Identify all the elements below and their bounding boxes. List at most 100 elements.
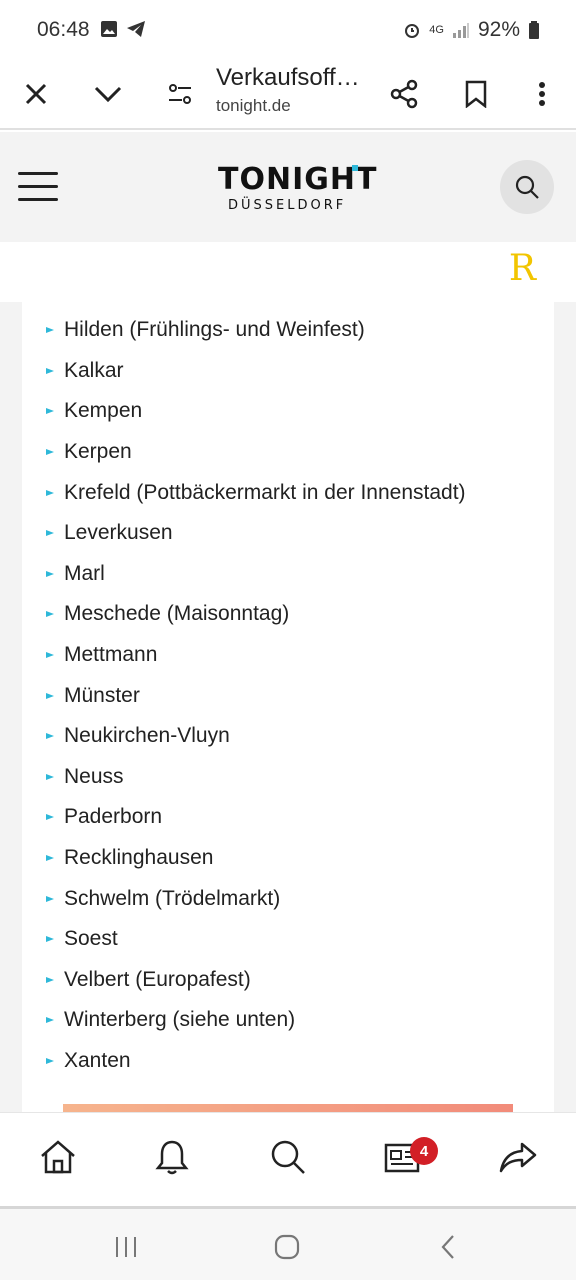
city-label: Meschede (Maisonntag) [64, 602, 290, 626]
forward-icon [499, 1142, 537, 1173]
city-label: Hilden (Frühlings- und Weinfest) [64, 318, 365, 342]
bullet-arrow-icon [46, 773, 54, 780]
news-badge: 4 [410, 1137, 438, 1165]
status-notification-icons [100, 20, 146, 38]
status-right: 4G 92% [403, 18, 540, 42]
city-label: Leverkusen [64, 521, 173, 545]
site-logo-subtitle: DÜSSELDORF [228, 198, 347, 213]
bottom-navigation: 4 [0, 1112, 576, 1206]
status-bar: 06:48 4G 92% [0, 0, 576, 58]
list-item: Neuss [46, 757, 466, 798]
logo-accent-dot [352, 165, 358, 171]
city-label: Velbert (Europafest) [64, 967, 251, 991]
search-icon [515, 175, 539, 199]
minimize-button[interactable] [86, 72, 130, 116]
city-label: Recklinghausen [64, 846, 214, 870]
battery-level: 92% [477, 18, 520, 41]
more-vert-icon [539, 82, 545, 106]
site-settings-button[interactable] [158, 72, 202, 116]
city-label: Kerpen [64, 440, 132, 464]
city-label: Kempen [64, 399, 143, 423]
list-item: Hilden (Frühlings- und Weinfest) [46, 310, 466, 351]
list-item: Meschede (Maisonntag) [46, 594, 466, 635]
bullet-arrow-icon [46, 692, 54, 699]
city-label: Marl [64, 561, 105, 585]
city-label: Münster [64, 683, 140, 707]
menu-icon-line [18, 172, 58, 175]
share-icon [390, 79, 418, 109]
nav-home[interactable] [36, 1135, 80, 1179]
bullet-arrow-icon [46, 976, 54, 983]
network-type: 4G [429, 24, 444, 36]
list-item: Kempen [46, 391, 466, 432]
signal-icon [452, 23, 469, 38]
bullet-arrow-icon [46, 936, 54, 943]
city-label: Neukirchen-Vluyn [64, 724, 230, 748]
more-options-button[interactable] [520, 72, 564, 116]
bullet-arrow-icon [46, 895, 54, 902]
status-time: 06:48 [37, 18, 90, 41]
list-item: Xanten [46, 1041, 466, 1082]
home-icon [41, 1140, 75, 1174]
content-area: Hilden (Frühlings- und Weinfest) Kalkar Ke… [0, 302, 576, 1114]
list-item: Leverkusen [46, 513, 466, 554]
ad-logo-mark[interactable]: R [509, 248, 536, 289]
gallery-icon [101, 21, 117, 37]
home-system-button[interactable] [269, 1229, 305, 1265]
list-item: Winterberg (siehe unten) [46, 1000, 466, 1041]
tune-icon [169, 84, 191, 104]
nav-search[interactable] [266, 1135, 310, 1179]
bullet-arrow-icon [46, 652, 54, 659]
bookmark-button[interactable] [454, 72, 498, 116]
list-item: Velbert (Europafest) [46, 960, 466, 1001]
menu-icon-line [18, 185, 58, 188]
share-button[interactable] [382, 72, 426, 116]
list-item: Schwelm (Trödelmarkt) [46, 878, 466, 919]
bullet-arrow-icon [46, 489, 54, 496]
bullet-arrow-icon [46, 367, 54, 374]
menu-button[interactable] [18, 172, 58, 202]
bullet-arrow-icon [46, 1017, 54, 1024]
bullet-arrow-icon [46, 449, 54, 456]
bullet-arrow-icon [46, 408, 54, 415]
nav-share[interactable] [496, 1135, 540, 1179]
bookmark-icon [465, 80, 487, 108]
city-label: Paderborn [64, 805, 163, 829]
list-item: Neukirchen-Vluyn [46, 716, 466, 757]
home-circle-icon [274, 1234, 300, 1260]
city-label: Kalkar [64, 358, 124, 382]
bullet-arrow-icon [46, 611, 54, 618]
city-label: Krefeld (Pottbäckermarkt in der Innensta… [64, 480, 466, 504]
list-item: Recklinghausen [46, 838, 466, 879]
bullet-arrow-icon [46, 814, 54, 821]
list-item: Mettmann [46, 635, 466, 676]
telegram-icon [127, 21, 145, 37]
recent-apps-icon [116, 1237, 136, 1257]
list-item: Münster [46, 675, 466, 716]
article-card: Hilden (Frühlings- und Weinfest) Kalkar Ke… [22, 302, 554, 1114]
bullet-arrow-icon [46, 733, 54, 740]
recent-apps-button[interactable] [108, 1229, 144, 1265]
browser-toolbar: Verkaufsoff… tonight.de [0, 58, 576, 130]
city-label: Xanten [64, 1048, 131, 1072]
back-icon [441, 1235, 454, 1259]
close-icon [25, 83, 47, 105]
city-label: Mettmann [64, 643, 158, 667]
list-item: Kalkar [46, 351, 466, 392]
list-item: Marl [46, 554, 466, 595]
back-button[interactable] [430, 1229, 466, 1265]
city-label: Winterberg (siehe unten) [64, 1008, 296, 1032]
city-label: Soest [64, 927, 118, 951]
list-item: Soest [46, 919, 466, 960]
bullet-arrow-icon [46, 530, 54, 537]
search-icon [271, 1140, 305, 1174]
menu-icon-line [18, 198, 58, 201]
nav-notifications[interactable] [150, 1135, 194, 1179]
site-search-button[interactable] [500, 160, 554, 214]
list-item: Paderborn [46, 797, 466, 838]
chevron-down-icon [94, 86, 122, 103]
close-tab-button[interactable] [14, 72, 58, 116]
city-list: Hilden (Frühlings- und Weinfest) Kalkar Ke… [46, 310, 466, 1081]
site-header: TONIGHT DÜSSELDORF [0, 132, 576, 242]
page-url[interactable]: tonight.de [216, 96, 291, 116]
